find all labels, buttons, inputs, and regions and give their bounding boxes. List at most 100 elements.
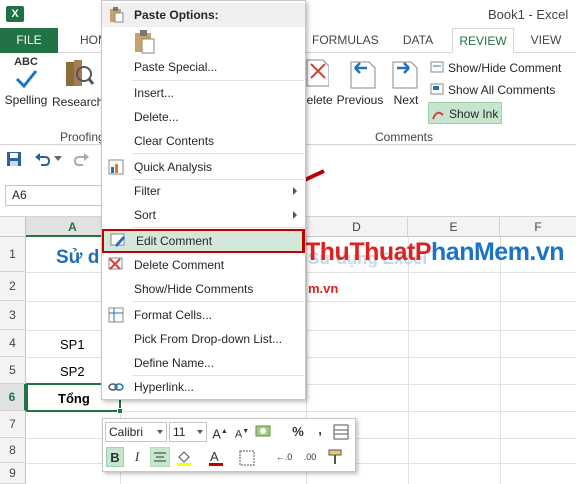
menu-quick-analysis[interactable]: Quick Analysis	[102, 155, 305, 179]
menu-paste-special[interactable]: Paste Special...	[102, 55, 305, 79]
menu-filter[interactable]: Filter	[102, 179, 305, 203]
menu-hyperlink[interactable]: Hyperlink...	[102, 375, 305, 399]
menu-delete-comment[interactable]: Delete Comment	[102, 253, 305, 277]
increase-font-icon[interactable]: A▲	[211, 422, 229, 442]
tab-formulas[interactable]: FORMULAS	[312, 28, 379, 53]
submenu-arrow-icon	[293, 187, 297, 195]
menu-define-name[interactable]: Define Name...	[102, 351, 305, 375]
column-header-e[interactable]: E	[408, 217, 500, 237]
research-label: Research	[52, 95, 104, 109]
context-menu: Paste Options: Paste Special... Insert..…	[101, 0, 306, 400]
previous-comment-button[interactable]: Previous	[334, 56, 386, 112]
undo-dropdown-icon[interactable]	[54, 156, 62, 162]
align-center-icon[interactable]	[150, 447, 170, 467]
show-ink-label: Show Ink	[449, 107, 499, 121]
clipboard-icon	[110, 7, 124, 23]
hyperlink-icon	[108, 383, 124, 391]
show-all-comments-icon	[430, 83, 444, 95]
row-header-1[interactable]: 1	[0, 237, 26, 272]
chevron-down-icon	[157, 430, 163, 434]
paste-clipboard-icon	[135, 30, 155, 54]
tab-view[interactable]: VIEW	[528, 28, 564, 53]
previous-arrow-icon	[350, 61, 376, 89]
row-header-2[interactable]: 2	[0, 272, 26, 301]
column-header-f[interactable]: F	[500, 217, 576, 237]
borders-icon[interactable]	[239, 450, 257, 466]
fill-color-icon[interactable]	[175, 449, 197, 467]
save-icon[interactable]	[6, 151, 22, 167]
mini-toolbar: Calibri 11 A▲ A▼ % , B I A ←.0 .00	[102, 418, 356, 472]
undo-icon[interactable]	[34, 151, 50, 167]
row-header-4[interactable]: 4	[0, 330, 26, 357]
watermark: ThuThuatPhanMem.vn	[305, 238, 565, 266]
svg-text:A: A	[210, 449, 219, 464]
show-hide-comment-label: Show/Hide Comment	[448, 61, 562, 75]
window-title: Book1 - Excel	[488, 7, 569, 22]
ink-icon	[432, 111, 444, 120]
menu-format-cells[interactable]: Format Cells...	[102, 303, 305, 327]
row-header-3[interactable]: 3	[0, 301, 26, 330]
format-cells-icon	[108, 307, 124, 323]
quick-analysis-icon	[108, 159, 124, 175]
show-hide-comment-button[interactable]: Show/Hide Comment	[428, 58, 574, 78]
spelling-button[interactable]: ABC Spelling	[4, 56, 48, 112]
excel-icon: X	[6, 6, 24, 22]
show-all-comments-label: Show All Comments	[448, 83, 556, 97]
next-comment-button[interactable]: Next	[386, 56, 426, 112]
checkmark-icon	[15, 70, 38, 89]
delete-comment-icon	[108, 257, 123, 270]
font-size-dropdown[interactable]: 11	[169, 422, 207, 442]
next-arrow-icon	[392, 61, 418, 89]
format-painter-icon[interactable]	[327, 448, 347, 466]
comma-style-button[interactable]: ,	[311, 420, 329, 440]
redo-icon[interactable]	[74, 151, 90, 167]
cell-a4[interactable]: SP1	[60, 337, 85, 352]
row-header-8[interactable]: 8	[0, 438, 26, 463]
row-header-9[interactable]: 9	[0, 463, 26, 484]
research-button[interactable]: Research	[52, 56, 104, 112]
cell-a6[interactable]: Tổng	[58, 391, 90, 406]
research-icon	[66, 60, 95, 86]
menu-clear-contents[interactable]: Clear Contents	[102, 129, 305, 153]
tab-data[interactable]: DATA	[398, 28, 438, 53]
borders-format-icon[interactable]	[333, 424, 349, 440]
decrease-decimal-icon[interactable]: .00	[299, 447, 321, 467]
select-all-corner[interactable]	[0, 217, 26, 237]
paste-button[interactable]	[132, 29, 158, 55]
decrease-font-icon[interactable]: A▼	[233, 422, 251, 442]
fill-handle[interactable]	[117, 408, 123, 414]
menu-insert[interactable]: Insert...	[102, 81, 305, 105]
paste-options-header: Paste Options:	[102, 3, 305, 27]
row-header-7[interactable]: 7	[0, 411, 26, 438]
cell-a1[interactable]: Sử d	[56, 247, 99, 269]
font-name-dropdown[interactable]: Calibri	[105, 422, 167, 442]
menu-sort[interactable]: Sort	[102, 203, 305, 227]
tab-file[interactable]: FILE	[0, 28, 58, 53]
show-hide-comment-icon	[430, 61, 444, 73]
menu-pick-from-dropdown[interactable]: Pick From Drop-down List...	[102, 327, 305, 351]
menu-show-hide-comments[interactable]: Show/Hide Comments	[102, 277, 305, 301]
menu-delete[interactable]: Delete...	[102, 105, 305, 129]
spelling-label: Spelling	[4, 93, 48, 107]
name-box[interactable]: A6	[5, 185, 103, 206]
increase-decimal-icon[interactable]: ←.0	[273, 447, 295, 467]
delete-comment-icon	[306, 59, 330, 87]
accounting-format-icon[interactable]	[255, 424, 277, 440]
edit-comment-icon	[110, 233, 125, 247]
tab-review[interactable]: REVIEW	[452, 28, 514, 53]
chevron-down-icon	[197, 430, 203, 434]
row-header-5[interactable]: 5	[0, 357, 26, 384]
comments-group-label: Comments	[375, 130, 434, 144]
font-color-icon[interactable]: A	[207, 449, 227, 467]
cell-a5[interactable]: SP2	[60, 364, 85, 379]
show-all-comments-button[interactable]: Show All Comments	[428, 80, 574, 100]
bold-button[interactable]: B	[106, 447, 124, 467]
percent-style-button[interactable]: %	[289, 422, 307, 442]
submenu-arrow-icon	[293, 211, 297, 219]
row-header-6[interactable]: 6	[0, 384, 26, 411]
italic-button[interactable]: I	[128, 447, 146, 467]
abc-label: ABC	[14, 56, 38, 68]
show-ink-button[interactable]: Show Ink	[428, 102, 502, 124]
previous-label: Previous	[336, 93, 384, 107]
menu-edit-comment[interactable]: Edit Comment	[102, 229, 305, 253]
